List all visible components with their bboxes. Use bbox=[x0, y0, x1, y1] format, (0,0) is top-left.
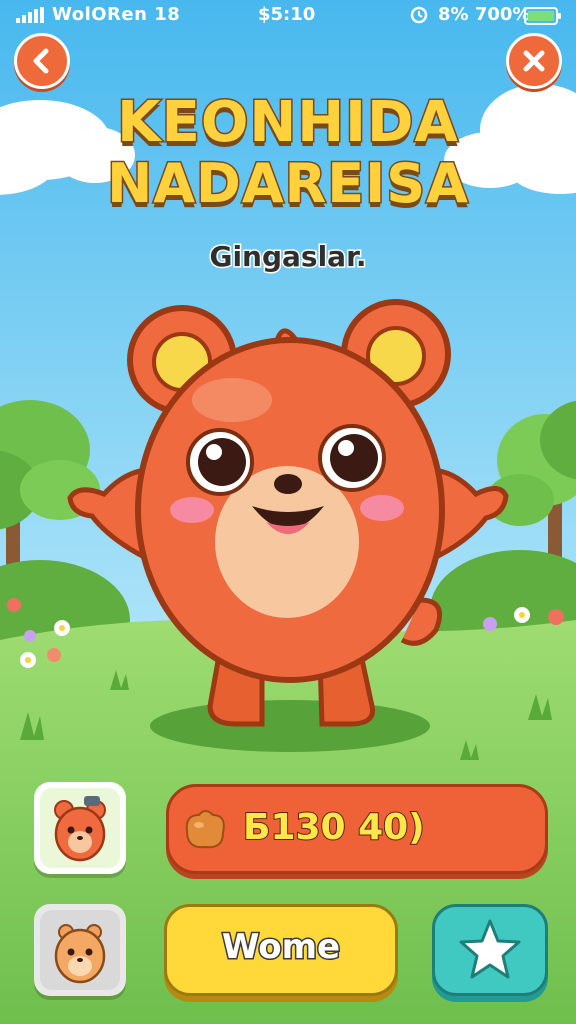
bear-avatar-icon bbox=[54, 796, 106, 862]
close-icon bbox=[523, 50, 545, 72]
character-slot-1[interactable] bbox=[34, 782, 126, 874]
close-button[interactable] bbox=[506, 33, 562, 89]
carrier-name: WolORen 18 bbox=[52, 4, 181, 25]
battery-icon bbox=[524, 7, 561, 25]
hamster-avatar-icon bbox=[54, 924, 106, 984]
character-name: Gingaslar. bbox=[208, 239, 368, 275]
currency-counter: Б130 40) bbox=[166, 784, 548, 874]
chevron-left-icon bbox=[33, 48, 49, 74]
home-button-label: Wome bbox=[220, 926, 341, 969]
game-title-line-1: KEONHIDA bbox=[116, 89, 460, 157]
status-bar: WolORen 18 $5:10 8% 700% bbox=[0, 0, 576, 32]
home-button[interactable]: Wome bbox=[164, 904, 398, 996]
clock: $5:10 bbox=[258, 4, 316, 25]
character-slot-2[interactable] bbox=[34, 904, 126, 996]
back-button[interactable] bbox=[14, 33, 70, 89]
game-title-line-2: NADAREISA bbox=[106, 151, 470, 217]
favorite-button[interactable] bbox=[432, 904, 548, 996]
currency-value: Б130 40) bbox=[242, 806, 426, 849]
alarm-icon bbox=[410, 6, 428, 24]
signal-icon bbox=[16, 7, 44, 23]
battery-percentage: 8% 700% bbox=[438, 4, 531, 25]
nugget-icon bbox=[185, 810, 225, 849]
star-icon bbox=[459, 919, 521, 979]
